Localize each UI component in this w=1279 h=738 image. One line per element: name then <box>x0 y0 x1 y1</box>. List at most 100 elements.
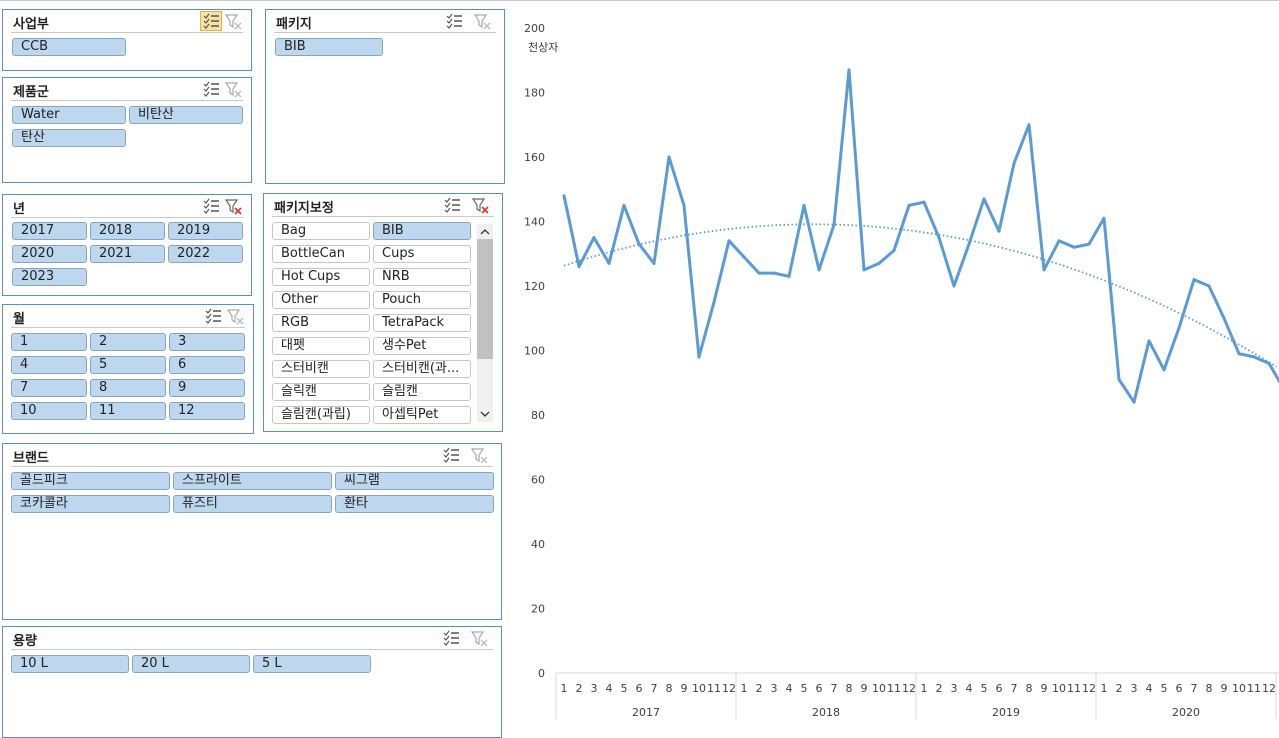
slicer-item[interactable]: Bag <box>272 222 370 240</box>
slicer-item[interactable]: 2018 <box>90 222 165 240</box>
slicer-item[interactable]: 스터비캔 <box>272 360 370 378</box>
x-group-label: 2020 <box>1172 706 1200 719</box>
data-point <box>1132 400 1136 404</box>
slicer-item[interactable]: 아셉틱Pet <box>373 406 471 424</box>
slicer-item[interactable]: 2017 <box>12 222 87 240</box>
slicer-item[interactable]: 7 <box>11 379 87 397</box>
slicer-item[interactable]: 생수Pet <box>373 337 471 355</box>
slicer-title: 용량 <box>13 634 37 649</box>
slicer-item[interactable]: 퓨즈티 <box>173 495 332 513</box>
data-point <box>1267 361 1271 365</box>
x-tick-label: 8 <box>1026 682 1033 695</box>
clear-filter-icon[interactable] <box>470 196 490 214</box>
slicer-item[interactable]: 슬림캔 <box>373 383 471 401</box>
scrollbar-thumb[interactable] <box>477 239 493 359</box>
line-chart: 020406080100120140160180200천상자1 2 3 4 5 6 7 8 9 1… <box>524 22 1279 719</box>
data-point <box>1042 268 1046 272</box>
x-tick-label: 2 <box>756 682 763 695</box>
data-point <box>1237 352 1241 356</box>
data-point <box>937 236 941 240</box>
clear-filter-icon[interactable] <box>223 197 243 215</box>
scrollbar[interactable] <box>477 224 493 422</box>
multi-select-icon[interactable] <box>201 80 221 98</box>
multi-select-icon[interactable] <box>441 446 461 464</box>
slicer-item[interactable]: 20 L <box>132 655 250 673</box>
multi-select-icon[interactable] <box>442 196 462 214</box>
slicer-item[interactable]: 10 L <box>11 655 129 673</box>
slicer-item[interactable]: 2019 <box>168 222 243 240</box>
slicer-item[interactable]: TetraPack <box>373 314 471 332</box>
x-tick-label: 10 <box>1052 682 1066 695</box>
slicer-item[interactable]: 코카콜라 <box>11 495 170 513</box>
x-group-label: 2018 <box>812 706 840 719</box>
slicer-item[interactable]: 6 <box>169 356 245 374</box>
multi-select-icon[interactable] <box>444 12 464 30</box>
scroll-down-icon[interactable] <box>477 408 493 420</box>
slicer-item[interactable]: Hot Cups <box>272 268 370 286</box>
slicer-item[interactable]: 슬릭캔 <box>272 383 370 401</box>
slicer-item[interactable]: 4 <box>11 356 87 374</box>
x-tick-label: 10 <box>872 682 886 695</box>
slicer-item[interactable]: BIB <box>275 38 383 56</box>
data-point <box>1222 316 1226 320</box>
y-tick-label: 100 <box>524 345 545 358</box>
data-point <box>1057 239 1061 243</box>
clear-filter-icon[interactable] <box>223 12 243 30</box>
clear-filter-icon[interactable] <box>469 629 489 647</box>
slicer-item[interactable]: Water <box>12 106 126 124</box>
slicer-item[interactable]: CCB <box>12 38 126 56</box>
y-tick-label: 20 <box>531 603 545 616</box>
clear-filter-icon[interactable] <box>223 80 243 98</box>
slicer-item[interactable]: 1 <box>11 333 87 351</box>
slicer-item[interactable]: 슬림캔(과립) <box>272 406 370 424</box>
x-tick-label: 11 <box>887 682 901 695</box>
slicer-item[interactable]: NRB <box>373 268 471 286</box>
slicer-item[interactable]: 씨그램 <box>335 472 494 490</box>
slicer-item[interactable]: 2023 <box>12 268 87 286</box>
y-tick-label: 160 <box>524 151 545 164</box>
slicer-item[interactable]: 3 <box>169 333 245 351</box>
slicer-item[interactable]: 스터비캔(과... <box>373 360 471 378</box>
multi-select-icon[interactable] <box>200 11 222 31</box>
slicer-title: 패키지 <box>276 17 312 32</box>
slicer-item[interactable]: 8 <box>90 379 166 397</box>
slicer-item[interactable]: 11 <box>90 402 166 420</box>
slicer-item[interactable]: 12 <box>169 402 245 420</box>
multi-select-icon[interactable] <box>203 307 223 325</box>
scroll-up-icon[interactable] <box>477 226 493 238</box>
data-point <box>952 284 956 288</box>
x-tick-label: 9 <box>1221 682 1228 695</box>
slicer-item[interactable]: 9 <box>169 379 245 397</box>
slicer-item[interactable]: BottleCan <box>272 245 370 263</box>
slicer-item[interactable]: 10 <box>11 402 87 420</box>
multi-select-icon[interactable] <box>441 629 461 647</box>
slicer-item[interactable]: 대펫 <box>272 337 370 355</box>
slicer-item[interactable]: 2 <box>90 333 166 351</box>
slicer-item[interactable]: 2020 <box>12 245 87 263</box>
slicer-item[interactable]: 2022 <box>168 245 243 263</box>
slicer-item[interactable]: RGB <box>272 314 370 332</box>
slicer-item[interactable]: 2021 <box>90 245 165 263</box>
slicer-item[interactable]: Other <box>272 291 370 309</box>
clear-filter-icon[interactable] <box>225 307 245 325</box>
slicer-item[interactable]: Pouch <box>373 291 471 309</box>
slicer-item[interactable]: Cups <box>373 245 471 263</box>
clear-filter-icon[interactable] <box>472 12 492 30</box>
data-point <box>787 274 791 278</box>
slicer-item[interactable]: BIB <box>373 222 471 240</box>
x-tick-label: 4 <box>1146 682 1153 695</box>
slicer-item[interactable]: 5 <box>90 356 166 374</box>
x-tick-label: 4 <box>966 682 973 695</box>
slicer-item[interactable]: 5 L <box>253 655 371 673</box>
x-tick-label: 6 <box>1176 682 1183 695</box>
slicer-item[interactable]: 스프라이트 <box>173 472 332 490</box>
data-point <box>1012 161 1016 165</box>
slicer-item[interactable]: 환타 <box>335 495 494 513</box>
multi-select-icon[interactable] <box>201 197 221 215</box>
clear-filter-icon[interactable] <box>469 446 489 464</box>
slicer-item[interactable]: 골드피크 <box>11 472 170 490</box>
data-point <box>817 268 821 272</box>
slicer-item[interactable]: 비탄산 <box>129 106 243 124</box>
x-tick-label: 7 <box>651 682 658 695</box>
slicer-item[interactable]: 탄산 <box>12 129 126 147</box>
